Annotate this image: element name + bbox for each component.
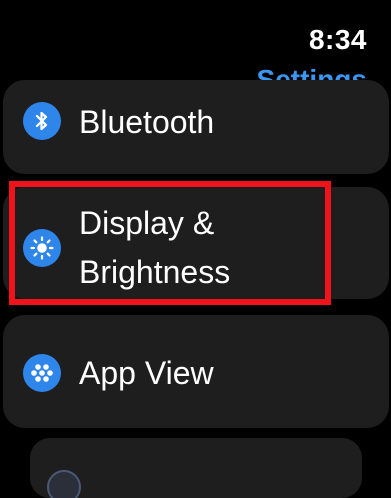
partial-icon — [47, 470, 81, 498]
settings-row-label: Display & Brightness — [79, 205, 231, 290]
settings-row-label: App View — [79, 355, 214, 391]
bluetooth-icon — [23, 102, 61, 140]
app-grid-icon — [23, 354, 61, 392]
settings-row-display-brightness[interactable]: Display & Brightness — [3, 187, 389, 299]
settings-row-bluetooth[interactable]: Bluetooth — [3, 80, 389, 174]
settings-row-app-view[interactable]: App View — [3, 315, 389, 428]
settings-row-partial[interactable] — [30, 438, 362, 498]
brightness-icon — [23, 229, 61, 267]
settings-row-label: Bluetooth — [79, 104, 215, 140]
status-time: 8:34 — [308, 24, 367, 55]
